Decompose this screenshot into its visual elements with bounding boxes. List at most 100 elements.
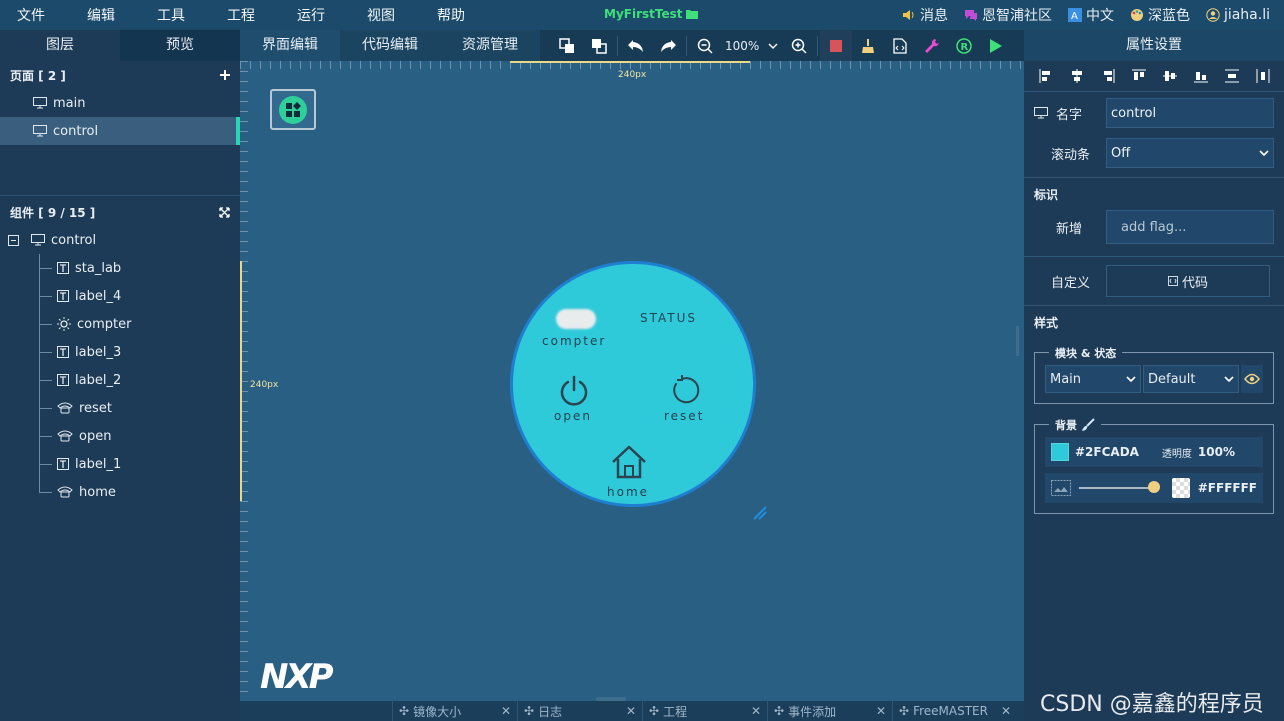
send-back-icon <box>591 38 607 54</box>
monitor-icon <box>31 234 45 246</box>
editor-tabs: 界面编辑 代码编辑 资源管理 <box>240 30 540 61</box>
menu-run[interactable]: 运行 <box>280 5 337 25</box>
module-value: Main <box>1050 371 1082 387</box>
align-left-icon[interactable] <box>1039 69 1053 83</box>
tree-item-label-4[interactable]: label_4 <box>0 282 240 310</box>
translate-icon: A <box>1067 8 1082 22</box>
compter-led[interactable] <box>556 309 596 329</box>
tab-ui-editor[interactable]: 界面编辑 <box>240 30 340 61</box>
community-link[interactable]: 恩智浦社区 <box>964 5 1052 25</box>
tree-root-control[interactable]: control <box>0 226 240 254</box>
undo-button[interactable] <box>620 30 652 61</box>
canvas-scrollbar[interactable] <box>1016 326 1019 356</box>
menu-project[interactable]: 工程 <box>210 5 267 25</box>
eye-icon <box>1244 373 1260 385</box>
page-item-control[interactable]: control <box>0 117 240 145</box>
send-back-button[interactable] <box>583 30 615 61</box>
module-state-selects: Main Default <box>1045 365 1263 393</box>
close-icon[interactable]: ✕ <box>751 704 761 718</box>
home-icon[interactable] <box>610 444 648 480</box>
align-right-icon[interactable] <box>1101 69 1115 83</box>
tab-code-editor[interactable]: 代码编辑 <box>340 30 440 61</box>
tree-item-compter[interactable]: compter <box>0 310 240 338</box>
user-menu[interactable]: jiaha.li <box>1206 7 1270 23</box>
build-button[interactable] <box>916 30 948 61</box>
close-icon[interactable]: ✕ <box>876 704 886 718</box>
menu-view[interactable]: 视图 <box>350 5 407 25</box>
align-center-h-icon[interactable] <box>1070 69 1084 83</box>
reset-icon[interactable] <box>668 374 700 406</box>
expand-button[interactable] <box>219 206 230 218</box>
distribute-h-icon[interactable] <box>1256 69 1270 83</box>
tree-item-label-2[interactable]: label_2 <box>0 366 240 394</box>
flag-input[interactable]: add flag... <box>1106 210 1274 244</box>
background-group: 背景 #2FCADA 透明度 100% #FFFFFF <box>1034 417 1274 514</box>
tab-event-add[interactable]: ✣ 事件添加 ✕ <box>767 701 892 721</box>
close-icon[interactable]: ✕ <box>626 704 636 718</box>
preview-state-button[interactable] <box>1241 365 1263 393</box>
menu-tools[interactable]: 工具 <box>140 5 197 25</box>
messages-button[interactable]: 消息 <box>902 5 948 25</box>
tree-item-sta-lab[interactable]: sta_lab <box>0 254 240 282</box>
slider-knob[interactable] <box>1148 481 1161 493</box>
stop-button[interactable] <box>820 30 853 61</box>
code-button[interactable]: 代码 <box>1106 265 1270 297</box>
menu-edit[interactable]: 编辑 <box>70 5 127 25</box>
image-opacity-slider[interactable] <box>1079 481 1161 493</box>
module-select[interactable]: Main <box>1045 365 1141 393</box>
scrollbar-select[interactable]: Off <box>1106 138 1274 168</box>
image-color-swatch[interactable] <box>1172 478 1190 498</box>
close-icon[interactable]: ✕ <box>501 704 511 718</box>
run-button[interactable] <box>980 30 1012 61</box>
generate-code-button[interactable] <box>884 30 916 61</box>
align-bottom-icon[interactable] <box>1193 69 1208 83</box>
widget-library-button[interactable] <box>270 89 316 130</box>
state-select[interactable]: Default <box>1143 365 1239 393</box>
bring-front-button[interactable] <box>551 30 583 61</box>
tab-log[interactable]: ✣ 日志 ✕ <box>517 701 642 721</box>
expand-icon <box>219 206 230 218</box>
close-icon[interactable]: ✕ <box>1001 704 1011 718</box>
zoom-in-button[interactable] <box>783 30 815 61</box>
tab-layers[interactable]: 图层 <box>0 30 120 61</box>
zoom-dropdown[interactable] <box>763 30 783 61</box>
module-state-title: 模块 & 状态 <box>1049 345 1123 361</box>
scrollbar-label: 滚动条 <box>1051 147 1091 163</box>
clean-button[interactable] <box>852 30 884 61</box>
tab-image-size[interactable]: ✣ 镜像大小 ✕ <box>392 701 517 721</box>
collapse-icon[interactable] <box>8 234 19 246</box>
align-top-icon[interactable] <box>1131 69 1146 83</box>
tab-preview[interactable]: 预览 <box>120 30 240 61</box>
image-icon[interactable] <box>1051 480 1071 496</box>
tab-project[interactable]: ✣ 工程 ✕ <box>642 701 767 721</box>
tab-label: 镜像大小 <box>413 704 462 719</box>
resize-handle-icon[interactable] <box>753 506 767 520</box>
tab-resources[interactable]: 资源管理 <box>440 30 540 61</box>
design-canvas[interactable]: 240px 240px compter STATUS open reset ho… <box>240 61 1024 701</box>
align-center-v-icon[interactable] <box>1162 69 1177 83</box>
language-button[interactable]: A 中文 <box>1067 5 1114 25</box>
bottom-bar: ✣ 镜像大小 ✕ ✣ 日志 ✕ ✣ 工程 ✕ ✣ 事件添加 ✕ ✣ FreeMASTER ✕ <box>240 701 1024 721</box>
compter-label: compter <box>542 334 607 348</box>
distribute-v-icon[interactable] <box>1224 69 1239 83</box>
add-page-button[interactable] <box>220 70 230 80</box>
control-screen-widget[interactable]: compter STATUS open reset home <box>510 261 756 507</box>
name-input[interactable]: control <box>1106 98 1274 128</box>
tree-item-label-3[interactable]: label_3 <box>0 338 240 366</box>
page-item-main[interactable]: main <box>0 89 240 117</box>
tab-freemaster[interactable]: ✣ FreeMASTER ✕ <box>892 701 1017 721</box>
redo-button[interactable] <box>652 30 684 61</box>
tree-item-label-1[interactable]: label_1 <box>0 450 240 478</box>
broom-icon <box>860 38 876 54</box>
zoom-out-button[interactable] <box>689 30 721 61</box>
register-button[interactable]: R <box>948 30 980 61</box>
menu-file[interactable]: 文件 <box>0 5 57 25</box>
bg-color-row[interactable]: #2FCADA 透明度 100% <box>1045 437 1263 467</box>
tree-item-home[interactable]: home <box>0 478 240 506</box>
menu-help[interactable]: 帮助 <box>420 5 477 25</box>
theme-button[interactable]: 深蓝色 <box>1130 5 1190 25</box>
tree-item-reset[interactable]: reset <box>0 394 240 422</box>
tree-item-open[interactable]: open <box>0 422 240 450</box>
bg-color-swatch[interactable] <box>1051 443 1069 461</box>
power-icon[interactable] <box>558 374 590 406</box>
